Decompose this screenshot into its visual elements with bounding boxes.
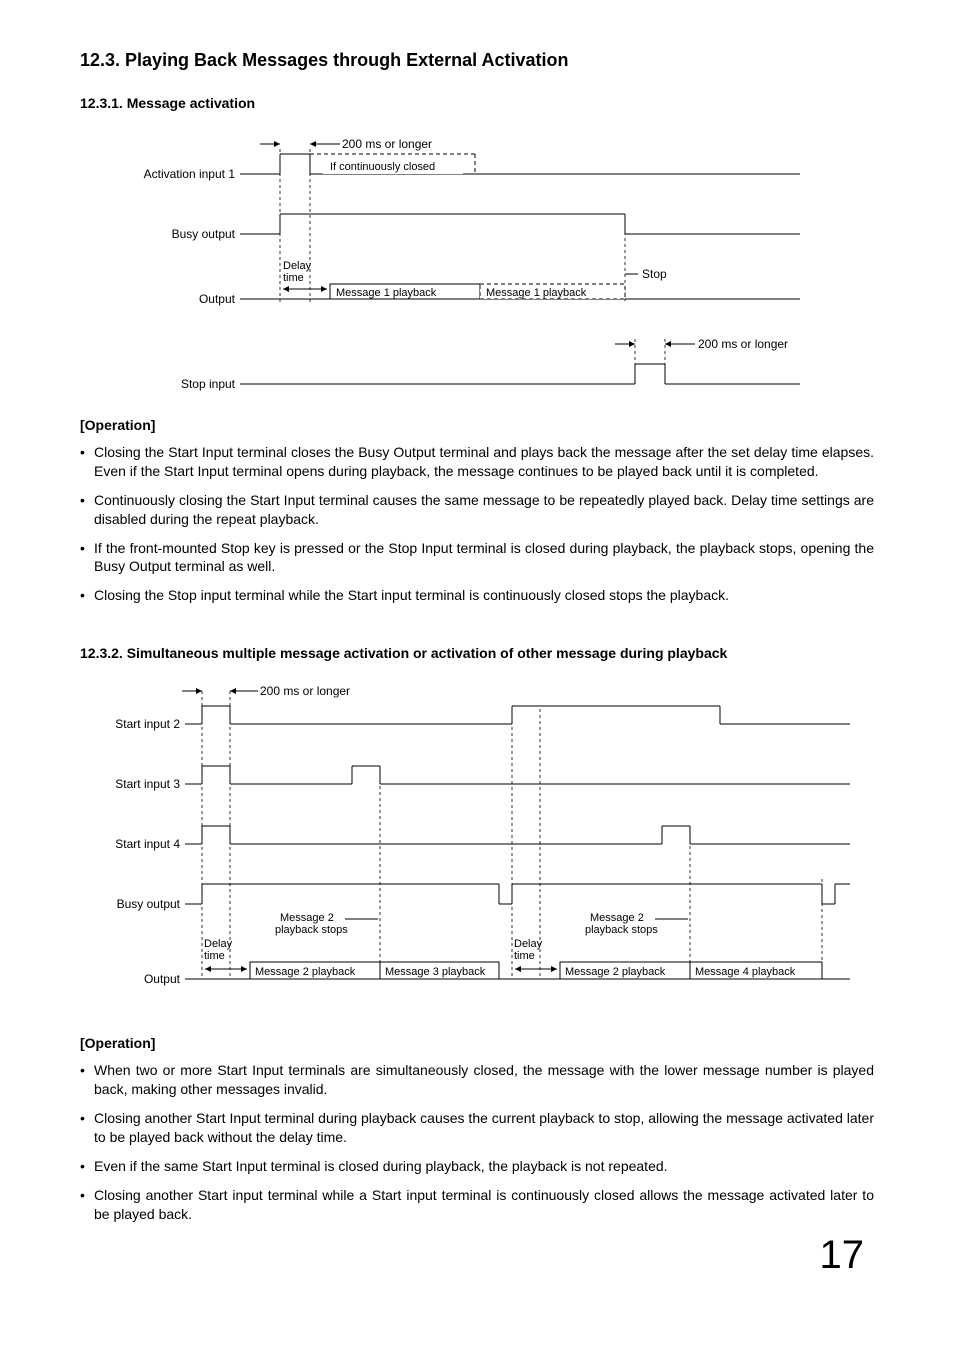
label-200ms-d2: 200 ms or longer	[260, 684, 350, 698]
label-time-1: time	[283, 272, 304, 284]
label-output-2: Output	[144, 972, 181, 986]
label-time-2b: time	[514, 950, 535, 962]
label-msg1b: Message 1 playback	[486, 287, 587, 299]
label-msg2-stops-b2: playback stops	[585, 924, 658, 936]
diagram-2: 200 ms or longer Start input 2 Start inp…	[80, 679, 874, 999]
label-200ms-2: 200 ms or longer	[698, 337, 788, 351]
bullet-text: Closing the Start Input terminal closes …	[94, 443, 874, 481]
label-output-1: Output	[199, 292, 236, 306]
bullet-text: Closing another Start input terminal whi…	[94, 1186, 874, 1224]
label-msg2-stops-a: Message 2	[280, 912, 334, 924]
operation-heading-1: [Operation]	[80, 417, 874, 433]
bullet-text: If the front-mounted Stop key is pressed…	[94, 539, 874, 577]
subsection-2-title: 12.3.2. Simultaneous multiple message ac…	[80, 645, 874, 661]
operation-heading-2: [Operation]	[80, 1035, 874, 1051]
section-title: 12.3. Playing Back Messages through Exte…	[80, 50, 874, 71]
label-delay-1: Delay	[283, 260, 312, 272]
bullets-1: •Closing the Start Input terminal closes…	[80, 443, 874, 605]
label-delay-2b: Delay	[514, 938, 543, 950]
label-msg4: Message 4 playback	[695, 966, 796, 978]
label-start-input-3: Start input 3	[115, 777, 180, 791]
label-msg1a: Message 1 playback	[336, 287, 437, 299]
label-cont-closed: If continuously closed	[330, 161, 435, 173]
label-delay-2a: Delay	[204, 938, 233, 950]
label-msg2b: Message 2 playback	[565, 966, 666, 978]
subsection-1-title: 12.3.1. Message activation	[80, 95, 874, 111]
bullet-text: Closing another Start Input terminal dur…	[94, 1109, 874, 1147]
label-msg3: Message 3 playback	[385, 966, 486, 978]
bullet-text: Continuously closing the Start Input ter…	[94, 491, 874, 529]
page-number: 17	[80, 1233, 874, 1278]
bullet-text: Closing the Stop input terminal while th…	[94, 586, 874, 605]
bullet-text: When two or more Start Input terminals a…	[94, 1061, 874, 1099]
label-activation-input-1: Activation input 1	[144, 167, 236, 181]
label-time-2a: time	[204, 950, 225, 962]
label-start-input-2: Start input 2	[115, 717, 180, 731]
label-msg2-stops-b: Message 2	[590, 912, 644, 924]
label-stop: Stop	[642, 267, 667, 281]
label-start-input-4: Start input 4	[115, 837, 180, 851]
bullets-2: •When two or more Start Input terminals …	[80, 1061, 874, 1223]
bullet-text: Even if the same Start Input terminal is…	[94, 1157, 874, 1176]
label-busy-output-2: Busy output	[117, 897, 181, 911]
label-busy-output-1: Busy output	[172, 227, 236, 241]
label-stop-input: Stop input	[181, 377, 236, 391]
label-msg2-stops-a2: playback stops	[275, 924, 348, 936]
document-page: 12.3. Playing Back Messages through Exte…	[0, 0, 954, 1298]
label-200ms-1: 200 ms or longer	[342, 137, 432, 151]
diagram-1: 200 ms or longer Activation input 1 If c…	[80, 129, 874, 399]
label-msg2a: Message 2 playback	[255, 966, 356, 978]
